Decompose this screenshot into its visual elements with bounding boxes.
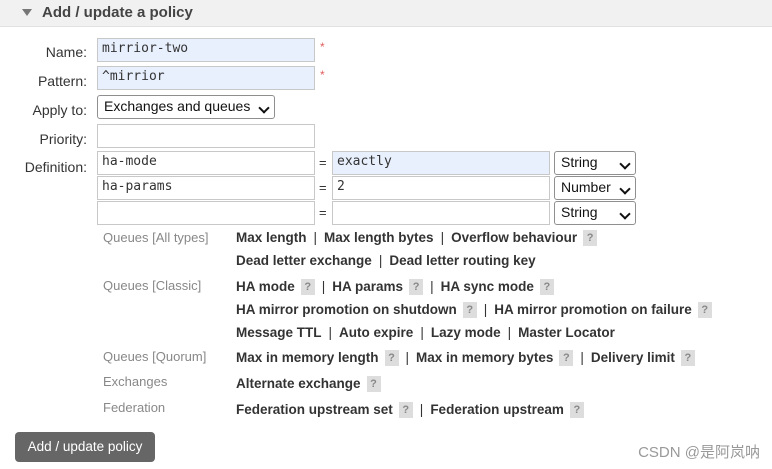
definition-value-input[interactable]: 2 <box>332 176 550 200</box>
help-icon[interactable]: ? <box>384 350 399 367</box>
separator: | <box>440 230 445 245</box>
help-row: Dead letter exchange | Dead letter routing… <box>236 253 536 268</box>
help-link-auto-expire[interactable]: Auto expire <box>339 325 413 340</box>
separator: | <box>419 402 424 417</box>
separator: | <box>580 350 584 365</box>
help-link-max-length-bytes[interactable]: Max length bytes <box>324 230 434 245</box>
definition-type-select[interactable]: Number <box>554 176 636 200</box>
help-row: Alternate exchange? <box>236 376 381 393</box>
help-row: Message TTL | Auto expire | Lazy mode | Master… <box>236 325 615 340</box>
definition-key-input[interactable] <box>97 201 315 225</box>
category-federation: Federation <box>103 400 166 415</box>
help-link-ha-params[interactable]: HA params <box>332 279 403 294</box>
separator: | <box>313 230 318 245</box>
definition-type-selected: String <box>561 154 598 170</box>
watermark: CSDN @是阿岚呐 <box>638 444 760 461</box>
help-link-ha-promotion-shutdown[interactable]: HA mirror promotion on shutdown <box>236 302 457 317</box>
help-icon[interactable]: ? <box>462 302 477 319</box>
name-input[interactable]: mirrior-two <box>97 38 315 62</box>
help-icon[interactable]: ? <box>583 230 598 247</box>
help-icon[interactable]: ? <box>559 350 574 367</box>
separator: | <box>405 350 410 365</box>
priority-label: Priority: <box>39 131 87 147</box>
category-queues-quorum: Queues [Quorum] <box>103 349 207 364</box>
help-row: Federation upstream set? | Federation upst… <box>236 402 584 419</box>
separator: | <box>507 325 512 340</box>
help-link-max-in-memory-length[interactable]: Max in memory length <box>236 350 379 365</box>
pattern-required-mark: * <box>320 68 325 82</box>
definition-value-input[interactable]: exactly <box>332 151 550 175</box>
help-row: Max in memory length? | Max in memory byte… <box>236 350 695 367</box>
section-header[interactable]: Add / update a policy <box>0 0 772 27</box>
help-link-delivery-limit[interactable]: Delivery limit <box>591 350 675 365</box>
category-exchanges: Exchanges <box>103 374 168 389</box>
help-row: HA mode? | HA params? | HA sync mode? <box>236 279 554 296</box>
pattern-label: Pattern: <box>37 73 87 89</box>
help-icon[interactable]: ? <box>300 279 315 296</box>
help-icon[interactable]: ? <box>409 279 424 296</box>
separator: | <box>430 279 434 294</box>
apply-to-label: Apply to: <box>32 102 87 118</box>
apply-to-select[interactable]: Exchanges and queues <box>97 95 275 119</box>
equals-sign: = <box>319 155 327 170</box>
help-icon[interactable]: ? <box>366 376 381 393</box>
chevron-down-icon <box>619 208 631 220</box>
definition-label: Definition: <box>24 159 87 175</box>
help-link-federation-upstream-set[interactable]: Federation upstream set <box>236 402 393 417</box>
pattern-input[interactable]: ^mirrior <box>97 66 315 90</box>
priority-input[interactable] <box>97 124 315 148</box>
help-link-message-ttl[interactable]: Message TTL <box>236 325 322 340</box>
help-link-max-length[interactable]: Max length <box>236 230 307 245</box>
help-link-alternate-exchange[interactable]: Alternate exchange <box>236 376 361 391</box>
apply-to-selected: Exchanges and queues <box>104 98 251 114</box>
definition-key-input[interactable]: ha-mode <box>97 151 315 175</box>
separator: | <box>321 279 326 294</box>
help-link-max-in-memory-bytes[interactable]: Max in memory bytes <box>416 350 553 365</box>
section-title: Add / update a policy <box>42 4 193 21</box>
help-icon[interactable]: ? <box>398 402 413 419</box>
name-required-mark: * <box>320 40 325 54</box>
help-icon[interactable]: ? <box>569 402 584 419</box>
definition-type-select[interactable]: String <box>554 151 636 175</box>
definition-key-input[interactable]: ha-params <box>97 176 315 200</box>
definition-value-input[interactable] <box>332 201 550 225</box>
help-row: Max length | Max length bytes | Overflow beh… <box>236 230 598 247</box>
help-row: HA mirror promotion on shutdown? | HA mirr… <box>236 302 712 319</box>
equals-sign: = <box>319 180 327 195</box>
chevron-down-icon <box>619 183 631 195</box>
equals-sign: = <box>319 205 327 220</box>
help-link-master-locator[interactable]: Master Locator <box>518 325 615 340</box>
collapse-triangle-icon[interactable] <box>22 9 32 16</box>
separator: | <box>420 325 424 340</box>
chevron-down-icon <box>619 158 631 170</box>
name-label: Name: <box>45 44 87 60</box>
add-update-policy-button[interactable]: Add / update policy <box>15 432 155 462</box>
help-link-federation-upstream[interactable]: Federation upstream <box>430 402 564 417</box>
separator: | <box>328 325 333 340</box>
help-link-lazy-mode[interactable]: Lazy mode <box>431 325 501 340</box>
help-icon[interactable]: ? <box>539 279 554 296</box>
category-queues-classic: Queues [Classic] <box>103 278 202 293</box>
definition-type-selected: Number <box>561 179 611 195</box>
help-icon[interactable]: ? <box>680 350 695 367</box>
help-link-ha-mode[interactable]: HA mode <box>236 279 295 294</box>
help-link-dead-letter-routing-key[interactable]: Dead letter routing key <box>389 253 535 268</box>
help-link-overflow-behaviour[interactable]: Overflow behaviour <box>451 230 577 245</box>
category-queues-all-types: Queues [All types] <box>103 230 209 245</box>
help-link-dead-letter-exchange[interactable]: Dead letter exchange <box>236 253 372 268</box>
definition-type-selected: String <box>561 204 598 220</box>
help-link-ha-sync-mode[interactable]: HA sync mode <box>441 279 534 294</box>
help-link-ha-promotion-failure[interactable]: HA mirror promotion on failure <box>494 302 692 317</box>
help-icon[interactable]: ? <box>697 302 712 319</box>
definition-type-select[interactable]: String <box>554 201 636 225</box>
separator: | <box>483 302 488 317</box>
separator: | <box>378 253 383 268</box>
chevron-down-icon <box>258 102 270 114</box>
